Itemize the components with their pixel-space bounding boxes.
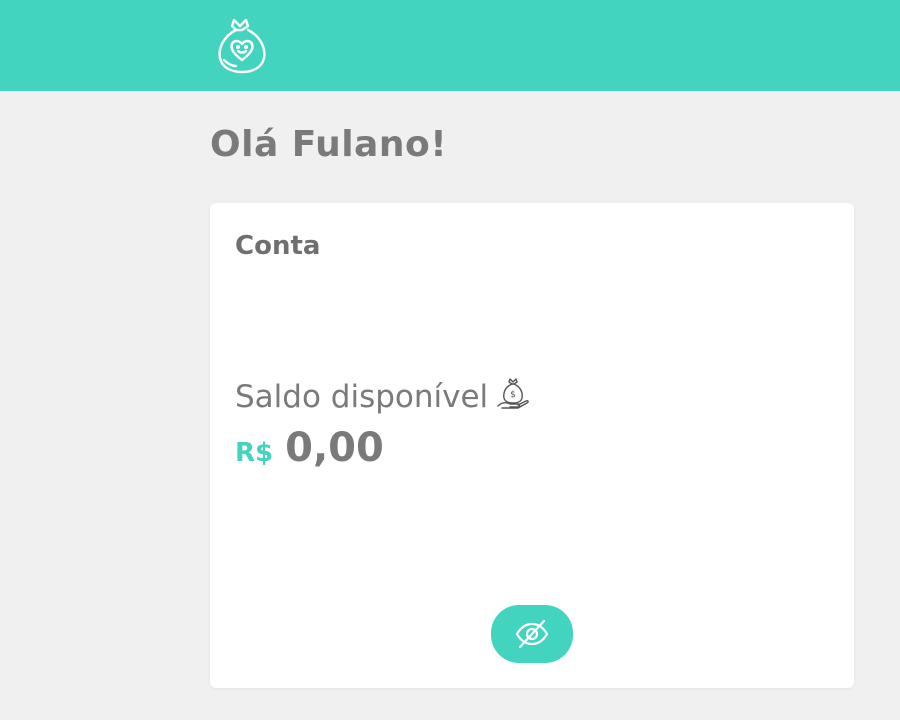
svg-text:$: $	[510, 390, 516, 400]
card-title: Conta	[235, 231, 321, 261]
money-bag-hand-icon: $	[497, 378, 529, 409]
account-card: Conta Saldo disponível $ R$ 0,00	[210, 203, 854, 688]
balance-label-row: Saldo disponível $	[235, 378, 530, 415]
balance-label: Saldo disponível	[235, 379, 489, 415]
greeting-title: Olá Fulano!	[210, 124, 448, 165]
money-bag-heart-icon[interactable]	[214, 14, 270, 76]
amount-row: R$ 0,00	[235, 425, 384, 471]
currency-symbol: R$	[235, 438, 274, 468]
balance-amount: 0,00	[285, 425, 384, 471]
toggle-balance-visibility-button[interactable]	[491, 605, 573, 663]
top-bar	[0, 0, 900, 91]
eye-off-icon	[515, 619, 549, 649]
